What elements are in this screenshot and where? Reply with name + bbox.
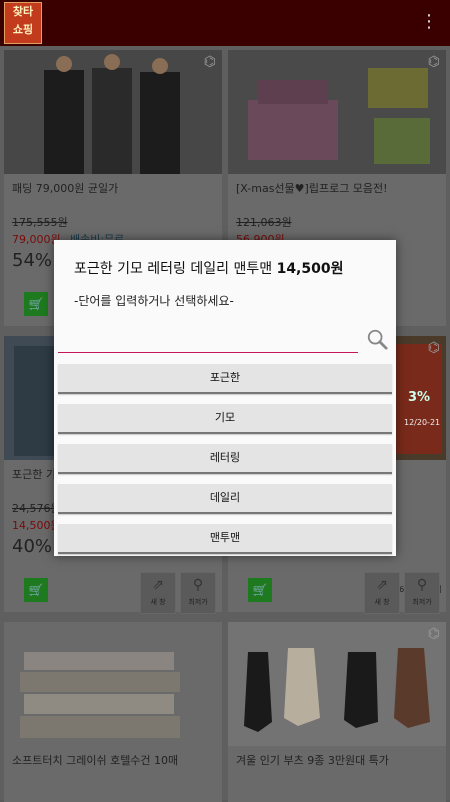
search-icon: ⚲ bbox=[416, 577, 428, 593]
product-photo-padding bbox=[4, 50, 222, 174]
new-window-label: 새 창 bbox=[374, 598, 390, 606]
original-price: 121,063원 bbox=[236, 216, 292, 229]
new-window-icon: ⇗ bbox=[152, 577, 164, 593]
product-title: 겨울 인기 부츠 9종 3만원대 특가 bbox=[236, 754, 389, 767]
product-title: 소프트터치 그레이쉬 호텔수건 10매 bbox=[12, 754, 179, 767]
cart-icon[interactable]: 🛒 bbox=[24, 578, 48, 602]
share-icon[interactable]: ⌬ bbox=[428, 340, 440, 356]
product-image[interactable] bbox=[228, 622, 446, 746]
product-title: [X-mas선물♥]립프로그 모음전! bbox=[236, 182, 388, 195]
app-logo[interactable]: 찾타 쇼핑 bbox=[4, 2, 42, 44]
keyword-option[interactable]: 데일리 bbox=[58, 484, 392, 514]
product-image[interactable] bbox=[228, 50, 446, 174]
lowest-price-label: 최저가 bbox=[412, 598, 432, 606]
search-icon: ⚲ bbox=[192, 577, 204, 593]
product-photo-toys bbox=[228, 50, 446, 174]
product-card[interactable]: 소프트터치 그레이쉬 호텔수건 10매 bbox=[4, 622, 222, 802]
dialog-title-text: 포근한 기모 레터링 데일리 맨투맨 bbox=[74, 261, 277, 277]
new-window-button[interactable]: ⇗ 새 창 bbox=[364, 572, 400, 614]
cart-icon[interactable]: 🛒 bbox=[248, 578, 272, 602]
cart-icon[interactable]: 🛒 bbox=[24, 292, 48, 316]
product-title: 패딩 79,000원 균일가 bbox=[12, 182, 119, 195]
overflow-menu-icon[interactable]: ⋮ bbox=[420, 12, 438, 32]
product-photo-towels bbox=[4, 622, 222, 746]
promo-percent: 3% bbox=[408, 390, 431, 405]
dialog-title-price: 14,500원 bbox=[276, 261, 344, 277]
search-icon[interactable] bbox=[366, 328, 388, 350]
product-image[interactable] bbox=[4, 622, 222, 746]
share-icon[interactable]: ⌬ bbox=[428, 54, 440, 70]
keyword-input[interactable] bbox=[58, 324, 362, 354]
keyword-input-wrapper bbox=[58, 324, 362, 354]
share-icon[interactable]: ⌬ bbox=[204, 54, 216, 70]
app-bar: 찾타 쇼핑 ⋮ bbox=[0, 0, 450, 46]
new-window-button[interactable]: ⇗ 새 창 bbox=[140, 572, 176, 614]
dialog-subtitle: -단어를 입력하거나 선택하세요- bbox=[74, 294, 234, 308]
product-title: 포근한 기 bbox=[12, 468, 56, 481]
new-window-label: 새 창 bbox=[150, 598, 166, 606]
original-price: 175,555원 bbox=[12, 216, 68, 229]
keyword-option[interactable]: 포근한 bbox=[58, 364, 392, 394]
product-image[interactable] bbox=[4, 50, 222, 174]
lowest-price-button[interactable]: ⚲ 최저가 bbox=[180, 572, 216, 614]
lowest-price-button[interactable]: ⚲ 최저가 bbox=[404, 572, 440, 614]
new-window-icon: ⇗ bbox=[376, 577, 388, 593]
keyword-dialog: 포근한 기모 레터링 데일리 맨투맨 14,500원 -단어를 입력하거나 선택… bbox=[54, 240, 396, 556]
dialog-title: 포근한 기모 레터링 데일리 맨투맨 14,500원 bbox=[74, 258, 343, 278]
keyword-option[interactable]: 레터링 bbox=[58, 444, 392, 474]
share-icon[interactable]: ⌬ bbox=[428, 626, 440, 642]
product-photo-boots bbox=[228, 622, 446, 746]
logo-text: 찾타 쇼핑 bbox=[12, 5, 34, 36]
discount-percent: 40% bbox=[12, 536, 53, 557]
lowest-price-label: 최저가 bbox=[188, 598, 208, 606]
product-card[interactable]: ⌬ 겨울 인기 부츠 9종 3만원대 특가 bbox=[228, 622, 446, 802]
discount-percent: 54% bbox=[12, 250, 53, 271]
keyword-option[interactable]: 기모 bbox=[58, 404, 392, 434]
promo-date: 12/20-21 bbox=[404, 418, 441, 427]
keyword-option[interactable]: 맨투맨 bbox=[58, 524, 392, 554]
